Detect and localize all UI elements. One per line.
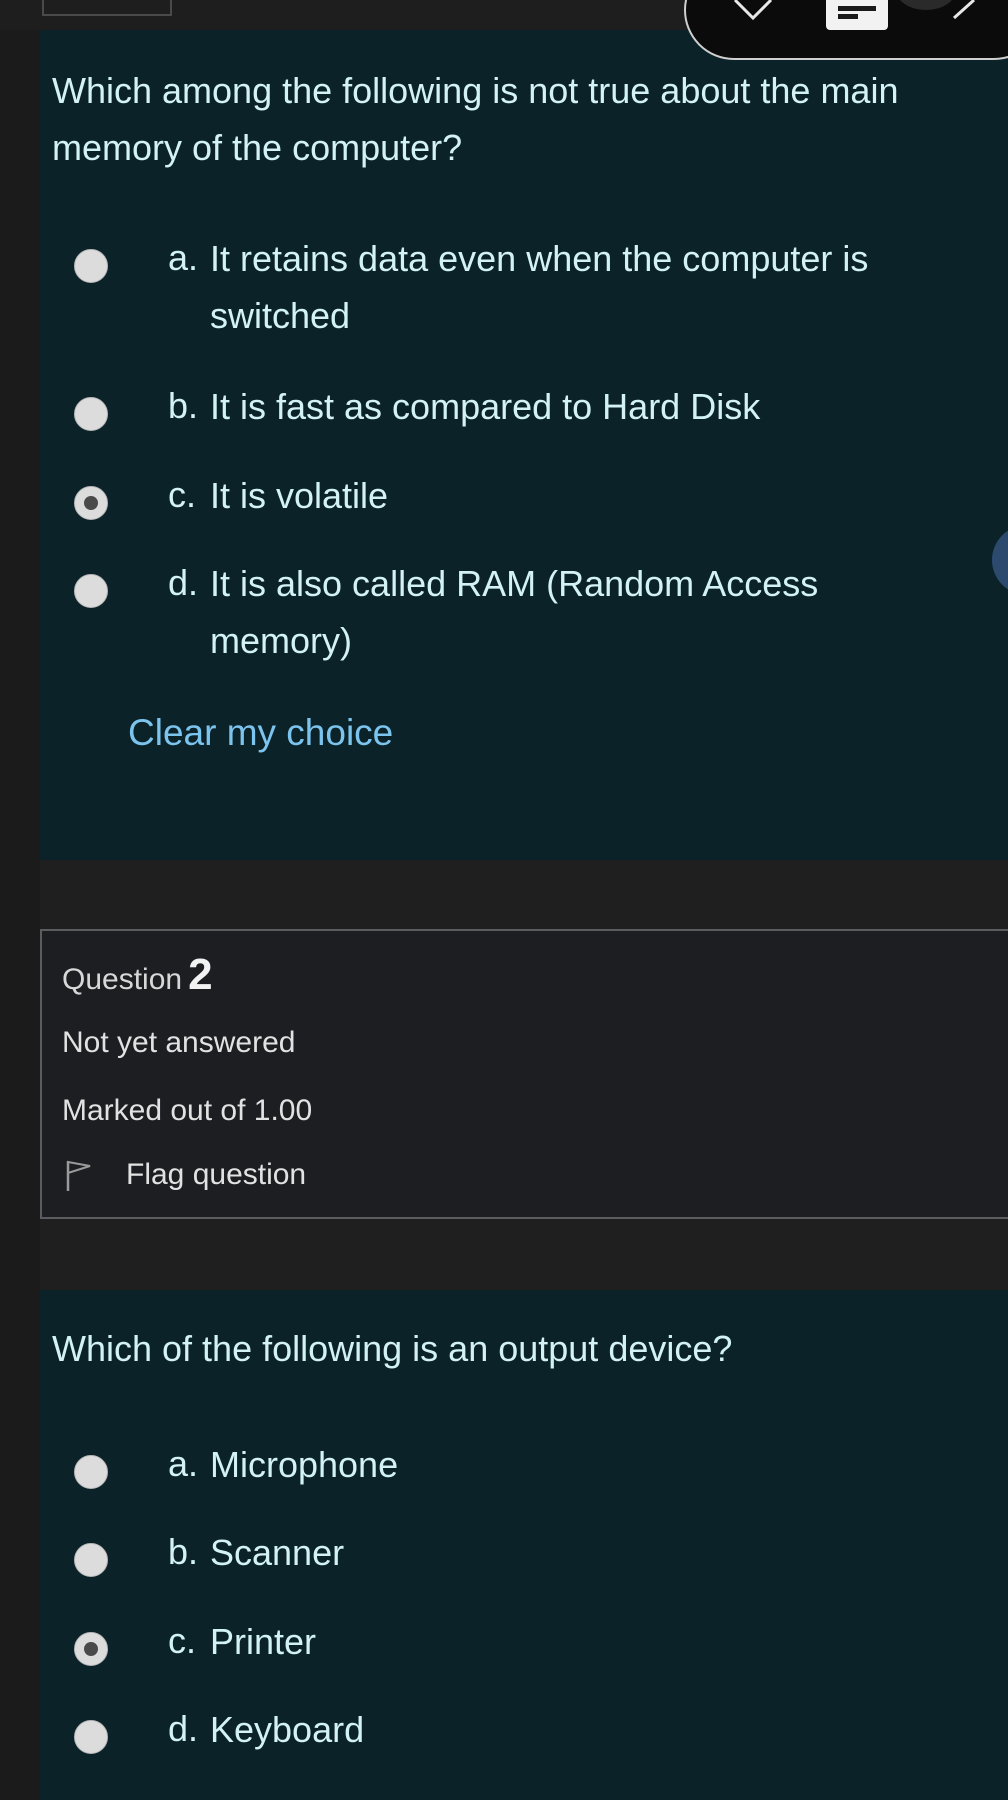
radio-button-selected[interactable] [74,486,108,520]
option-letter: b. [168,1531,199,1572]
radio-button[interactable] [74,397,108,431]
option-label: Scanner [210,1532,345,1573]
question-1-option-b[interactable]: b. It is fast as compared to Hard Disk [74,378,934,438]
option-label: Microphone [210,1444,399,1485]
question-2-option-a[interactable]: a. Microphone [74,1436,934,1496]
option-letter: a. [168,1443,199,1484]
left-margin [0,0,40,1800]
document-icon[interactable] [826,0,888,30]
radio-button-selected[interactable] [74,1632,108,1666]
question-2-option-c[interactable]: c. Printer [74,1613,934,1673]
question-2-text: Which of the following is an output devi… [52,1328,733,1369]
question-number: Question 2 [62,953,213,1002]
option-label: Printer [210,1621,317,1662]
option-label: It is fast as compared to Hard Disk [210,386,761,427]
option-letter: a. [168,237,199,278]
radio-button[interactable] [74,574,108,608]
option-letter: b. [168,385,199,426]
option-letter: c. [168,1620,197,1661]
radio-button[interactable] [74,1543,108,1577]
option-letter: d. [168,562,199,603]
flag-question-label: Flag question [126,1158,307,1191]
question-2-option-d[interactable]: d. Keyboard [74,1701,934,1761]
option-label: It retains data even when the computer i… [210,238,869,336]
radio-button[interactable] [74,1455,108,1489]
flag-icon [66,1160,91,1191]
radio-button[interactable] [74,249,108,283]
option-letter: c. [168,474,197,515]
question-2-option-b[interactable]: b. Scanner [74,1524,934,1584]
radio-button[interactable] [74,1720,108,1754]
question-1-text: Which among the following is not true ab… [52,70,899,168]
close-icon[interactable] [731,0,775,22]
quiz-page: Which among the following is not true ab… [0,0,1008,1800]
clear-my-choice-link[interactable]: Clear my choice [128,708,393,758]
chevron-right-icon[interactable] [950,0,980,20]
question-1-option-d[interactable]: d. It is also called RAM (Random Access … [74,555,934,675]
option-label: It is volatile [210,475,389,516]
question-label: Question [62,963,183,996]
option-label: It is also called RAM (Random Access mem… [210,563,819,661]
question-1-option-a[interactable]: a. It retains data even when the compute… [74,230,934,350]
question-status: Not yet answered [62,1026,296,1059]
top-tab[interactable] [42,0,172,16]
option-letter: d. [168,1708,199,1749]
option-label: Keyboard [210,1709,365,1750]
question-2-info-box: Question 2 Not yet answered Marked out of… [40,929,1008,1219]
question-number-value: 2 [188,950,213,999]
question-marks: Marked out of 1.00 [62,1094,313,1127]
question-1-option-c[interactable]: c. It is volatile [74,467,934,527]
